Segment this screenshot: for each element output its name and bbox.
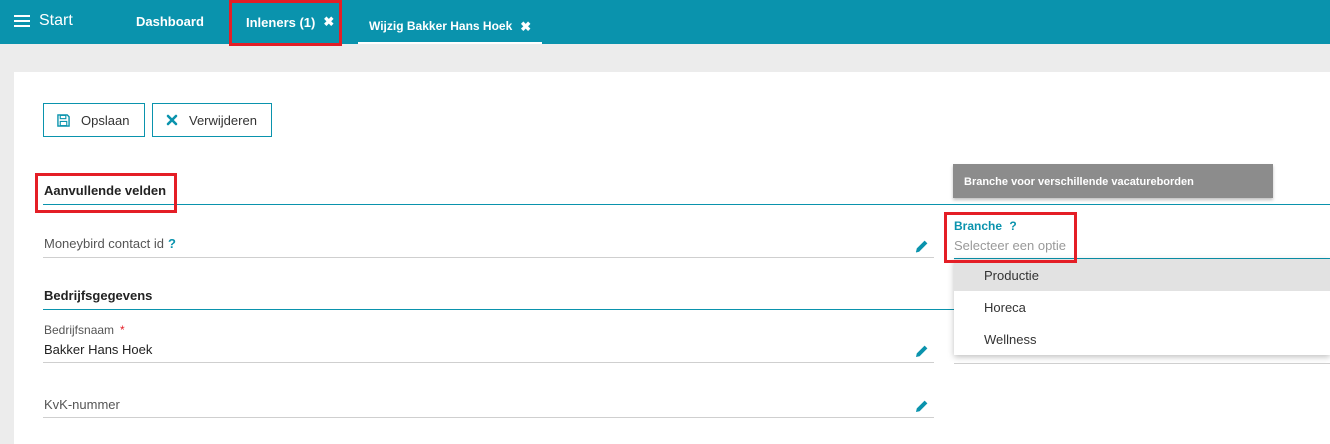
branche-select[interactable]: Selecteer een optie <box>954 238 1066 253</box>
help-icon[interactable]: ? <box>1009 219 1016 233</box>
required-marker: * <box>120 323 125 337</box>
pencil-icon[interactable] <box>914 343 930 359</box>
hamburger-icon <box>14 14 30 28</box>
section-title-bedrijfsgegevens: Bedrijfsgegevens <box>44 288 153 303</box>
bedrijfsnaam-underline <box>43 362 934 363</box>
branche-label-text: Branche <box>954 219 1003 233</box>
tab-dashboard[interactable]: Dashboard <box>136 14 204 29</box>
tab-inleners[interactable]: Inleners (1) ✖ <box>246 14 334 30</box>
tab-inleners-label: Inleners (1) <box>246 14 316 30</box>
help-icon[interactable]: ? <box>168 236 176 251</box>
delete-button[interactable]: Verwijderen <box>152 103 272 137</box>
branche-tooltip: Branche voor verschillende vacatureborde… <box>953 164 1273 198</box>
field-underline <box>954 363 1330 364</box>
moneybird-contact-id-label: Moneybird contact id? <box>44 236 176 251</box>
section-divider <box>43 204 1330 205</box>
moneybird-contact-id-field[interactable] <box>43 257 934 258</box>
delete-button-label: Verwijderen <box>189 112 257 128</box>
kvk-nummer-label: KvK-nummer <box>44 397 120 412</box>
tab-wijzig-bakker-hans-hoek[interactable]: Wijzig Bakker Hans Hoek ✖ <box>358 14 543 44</box>
moneybird-contact-id-text: Moneybird contact id <box>44 236 164 251</box>
close-icon[interactable]: ✖ <box>323 14 334 30</box>
start-label: Start <box>39 12 73 29</box>
close-icon[interactable]: ✖ <box>520 19 531 35</box>
edit-form-card: Opslaan Verwijderen Aanvullende velden M… <box>14 72 1330 444</box>
bedrijfsnaam-label: Bedrijfsnaam * <box>44 323 125 337</box>
start-menu-button[interactable]: Start <box>14 12 73 30</box>
dropdown-option-horeca[interactable]: Horeca <box>954 291 1330 323</box>
kvk-nummer-field[interactable] <box>43 417 934 418</box>
floppy-disk-icon <box>57 113 70 127</box>
save-button-label: Opslaan <box>81 112 130 128</box>
close-icon <box>166 114 178 126</box>
dropdown-option-productie[interactable]: Productie <box>954 259 1330 291</box>
bedrijfsnaam-input[interactable]: Bakker Hans Hoek <box>44 342 152 357</box>
section-title-aanvullende-velden: Aanvullende velden <box>44 183 167 198</box>
pencil-icon[interactable] <box>914 238 930 254</box>
branche-label: Branche ? <box>954 219 1017 233</box>
bedrijfsnaam-label-text: Bedrijfsnaam <box>44 323 115 337</box>
dropdown-option-wellness[interactable]: Wellness <box>954 323 1330 355</box>
tab-dashboard-label: Dashboard <box>136 14 204 29</box>
branche-dropdown-menu: Productie Horeca Wellness <box>954 259 1330 355</box>
save-button[interactable]: Opslaan <box>43 103 145 137</box>
top-navigation-bar: Start Dashboard Inleners (1) ✖ Wijzig Ba… <box>0 0 1330 44</box>
tab-wijzig-label: Wijzig Bakker Hans Hoek <box>369 19 513 33</box>
pencil-icon[interactable] <box>914 398 930 414</box>
